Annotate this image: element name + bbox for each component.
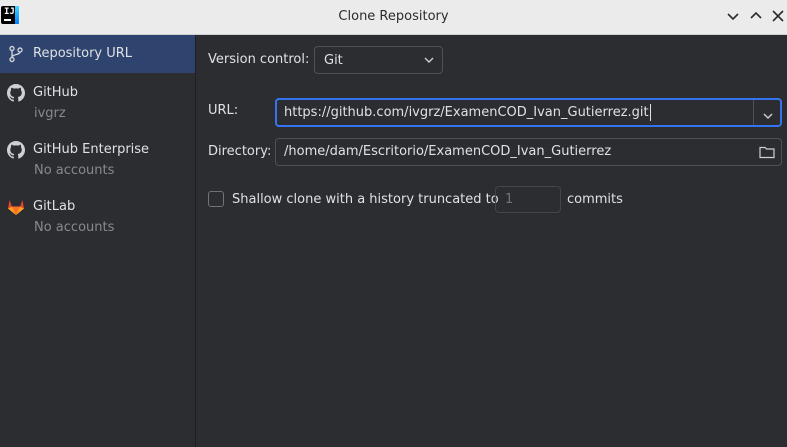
sidebar-item-repository-url[interactable]: Repository URL bbox=[0, 35, 195, 73]
commits-label: commits bbox=[567, 192, 623, 207]
sidebar-item-label: GitHub bbox=[33, 85, 79, 100]
version-control-value: Git bbox=[324, 53, 343, 68]
chevron-down-icon bbox=[424, 56, 434, 64]
clone-source-sidebar: Repository URL GitHub ivgrz GitHub Enter… bbox=[0, 35, 196, 447]
sidebar-item-github-enterprise[interactable]: GitHub Enterprise No accounts bbox=[0, 136, 195, 188]
directory-label: Directory: bbox=[208, 144, 272, 159]
vcs-branch-icon bbox=[7, 45, 25, 63]
sidebar-item-account: ivgrz bbox=[34, 106, 66, 121]
github-icon bbox=[7, 84, 25, 102]
window-title: Clone Repository bbox=[338, 9, 449, 24]
url-input[interactable]: https://github.com/ivgrz/ExamenCOD_Ivan_… bbox=[275, 98, 782, 127]
sidebar-item-label: GitHub Enterprise bbox=[33, 142, 150, 157]
sidebar-item-account: No accounts bbox=[34, 220, 115, 235]
history-depth-value: 1 bbox=[505, 192, 514, 207]
title-bar[interactable]: IJ Clone Repository bbox=[0, 0, 787, 35]
close-icon[interactable] bbox=[769, 7, 787, 25]
version-control-label: Version control: bbox=[208, 52, 310, 67]
sidebar-item-account: No accounts bbox=[34, 163, 115, 178]
directory-value: /home/dam/Escritorio/ExamenCOD_Ivan_Guti… bbox=[284, 144, 612, 159]
sidebar-item-label: Repository URL bbox=[33, 46, 133, 61]
directory-input[interactable]: /home/dam/Escritorio/ExamenCOD_Ivan_Guti… bbox=[275, 138, 782, 166]
sidebar-item-gitlab[interactable]: GitLab No accounts bbox=[0, 193, 195, 245]
gitlab-icon bbox=[6, 197, 26, 217]
history-depth-input[interactable]: 1 bbox=[495, 186, 561, 213]
version-control-dropdown[interactable]: Git bbox=[314, 46, 443, 74]
maximize-icon[interactable] bbox=[747, 7, 765, 25]
shallow-clone-label: Shallow clone with a history truncated t… bbox=[232, 192, 499, 207]
url-label: URL: bbox=[208, 103, 239, 118]
github-icon bbox=[7, 141, 25, 159]
chevron-down-icon[interactable] bbox=[763, 109, 773, 119]
text-caret bbox=[650, 104, 651, 121]
sidebar-item-label: GitLab bbox=[33, 199, 76, 214]
minimize-icon[interactable] bbox=[724, 7, 742, 25]
sidebar-item-github[interactable]: GitHub ivgrz bbox=[0, 79, 195, 131]
url-dropdown-separator bbox=[753, 100, 754, 125]
shallow-clone-checkbox[interactable] bbox=[208, 191, 224, 207]
folder-icon[interactable] bbox=[759, 145, 775, 159]
url-value: https://github.com/ivgrz/ExamenCOD_Ivan_… bbox=[284, 105, 649, 120]
